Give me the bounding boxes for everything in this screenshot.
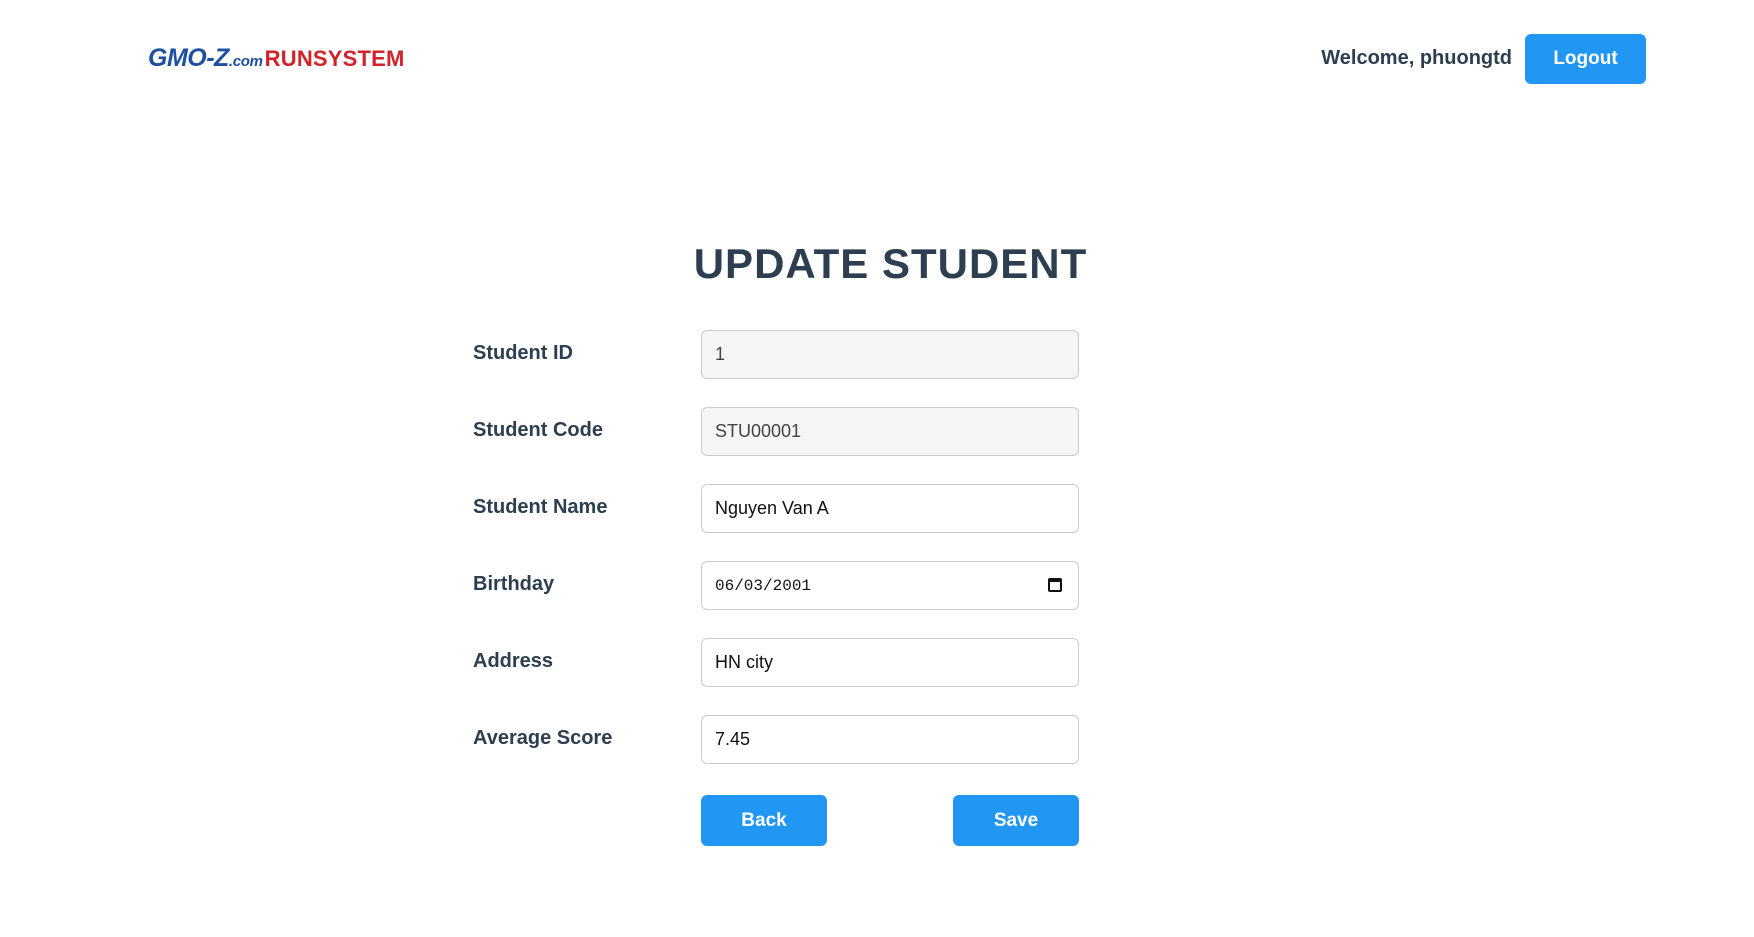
student-id-field[interactable]: 1 [701,330,1079,379]
birthday-field[interactable]: 06/03/2001 [701,561,1079,610]
page-title: UPDATE STUDENT [693,240,1088,287]
back-button[interactable]: Back [701,795,827,846]
logo-dotcom-text: .com [228,53,263,70]
average-score-label: Average Score [473,727,613,749]
student-code-field[interactable]: STU00001 [701,407,1079,456]
student-id-value: 1 [715,344,726,364]
address-field[interactable]: HN city [701,638,1079,687]
address-label: Address [473,650,554,672]
calendar-icon[interactable] [1048,578,1062,592]
welcome-text: Welcome, phuongtd [1321,47,1512,69]
average-score-field[interactable]: 7.45 [701,715,1079,764]
student-code-value: STU00001 [715,421,802,441]
form-row-student-code: Student Code STU00001 [473,407,1079,456]
logo-gmo-text: GMO-Z [148,44,229,72]
birthday-label: Birthday [473,573,555,595]
address-value: HN city [715,652,773,672]
save-button[interactable]: Save [953,795,1079,846]
student-name-field[interactable]: Nguyen Van A [701,484,1079,533]
birthday-value: 06/03/2001 [715,576,812,595]
update-student-page: GMO-Z .com RUNSYSTEM Welcome, phuongtd L… [0,0,1754,937]
company-logo: GMO-Z .com RUNSYSTEM [148,44,405,74]
logo-runsystem-text: RUNSYSTEM [264,46,405,71]
logout-button[interactable]: Logout [1525,34,1646,84]
average-score-value: 7.45 [715,729,751,749]
form-row-student-name: Student Name Nguyen Van A [473,484,1079,533]
form-row-address: Address HN city [473,638,1079,687]
form-row-student-id: Student ID 1 [473,330,1079,379]
student-name-label: Student Name [473,496,608,518]
form-row-birthday: Birthday 06/03/2001 [473,561,1079,610]
student-name-value: Nguyen Van A [715,498,829,518]
student-id-label: Student ID [473,342,573,364]
student-code-label: Student Code [473,419,603,441]
form-row-average-score: Average Score 7.45 [473,715,1079,764]
